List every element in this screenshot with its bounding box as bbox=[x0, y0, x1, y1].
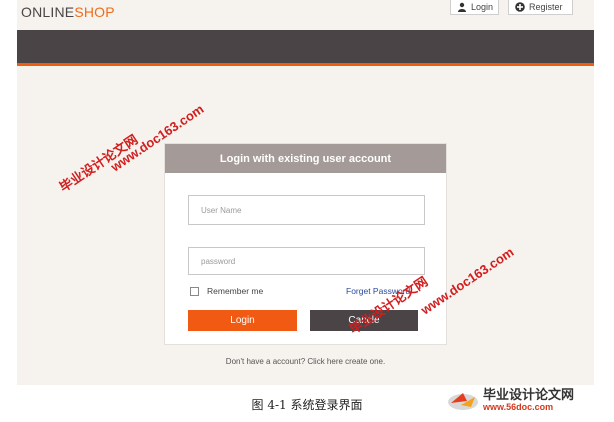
app-page: ONLINESHOP Login Register Login with exi… bbox=[17, 0, 594, 385]
site-logo-title: 毕业设计论文网 bbox=[483, 387, 575, 402]
nav-accent-line bbox=[17, 63, 594, 66]
header-register-label: Register bbox=[529, 1, 563, 12]
plus-circle-icon bbox=[515, 1, 525, 12]
site-logo: 毕业设计论文网 www.56doc.com bbox=[447, 388, 574, 412]
header-login-button[interactable]: Login bbox=[450, 0, 499, 15]
user-icon bbox=[457, 2, 467, 12]
login-panel-title: Login with existing user account bbox=[165, 144, 446, 173]
header-register-button[interactable]: Register bbox=[508, 0, 573, 15]
password-input[interactable] bbox=[188, 247, 425, 275]
header-login-label: Login bbox=[471, 1, 494, 12]
remember-checkbox[interactable] bbox=[190, 286, 199, 296]
login-button[interactable]: Login bbox=[188, 310, 297, 331]
brand-logo[interactable]: ONLINESHOP bbox=[21, 4, 115, 20]
signup-link[interactable]: Don't have a account? Click here create … bbox=[17, 357, 594, 366]
site-logo-url: www.56doc.com bbox=[483, 402, 554, 412]
site-logo-icon bbox=[447, 389, 479, 411]
brand-shop-text: SHOP bbox=[74, 4, 115, 20]
username-input[interactable] bbox=[188, 195, 425, 225]
nav-bar bbox=[17, 30, 594, 63]
remember-me[interactable]: Remember me bbox=[190, 286, 263, 296]
brand-online-text: ONLINE bbox=[21, 4, 75, 20]
login-panel: Login with existing user account Remembe… bbox=[164, 143, 447, 345]
top-header: ONLINESHOP Login Register bbox=[17, 0, 594, 30]
remember-label: Remember me bbox=[207, 286, 264, 296]
